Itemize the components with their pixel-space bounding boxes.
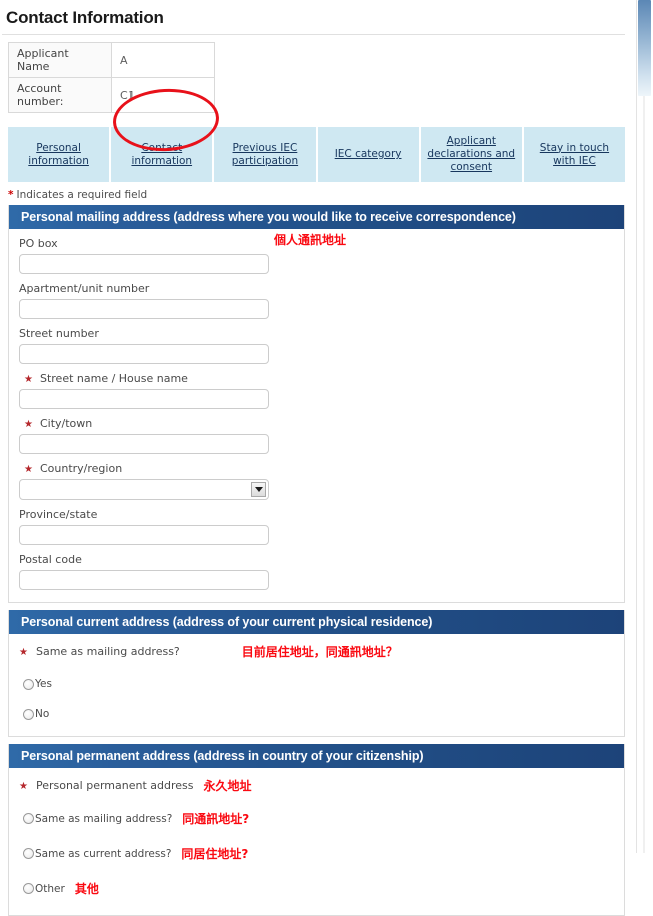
scrollbar-track[interactable] xyxy=(643,96,645,853)
tab-iec-category[interactable]: IEC category xyxy=(317,127,421,182)
radio-label: Same as current address? xyxy=(35,847,172,860)
po-box-input[interactable] xyxy=(19,254,269,274)
permanent-address-question: ★ Personal permanent address xyxy=(19,779,194,792)
section-heading: Personal permanent address (address in c… xyxy=(9,744,624,768)
section-personal-mailing-address: Personal mailing address (address where … xyxy=(8,205,625,603)
field-label: Apartment/unit number xyxy=(19,282,150,295)
apartment-unit-number-input[interactable] xyxy=(19,299,269,319)
permanent-address-question-row: ★ Personal permanent address 永久地址 xyxy=(19,777,614,794)
applicant-name-label: Applicant Name xyxy=(8,42,112,78)
question-text: Same as mailing address? xyxy=(35,645,180,658)
tab-label[interactable]: Applicant declarations and consent xyxy=(425,135,518,174)
radio-button-icon[interactable] xyxy=(23,813,34,824)
tab-label[interactable]: Contact information xyxy=(115,142,208,168)
street-number-input[interactable] xyxy=(19,344,269,364)
required-note-text: Indicates a required field xyxy=(16,189,148,201)
table-row: Account number: C1 xyxy=(8,77,215,113)
vertical-scrollbar[interactable] xyxy=(636,0,653,853)
section-personal-current-address: Personal current address (address of you… xyxy=(8,610,625,737)
field-label: Province/state xyxy=(19,508,98,521)
required-star-icon: * xyxy=(8,189,14,201)
annotation-mailing-address: 個人通訊地址 xyxy=(274,233,347,247)
tab-personal-information[interactable]: Personal information xyxy=(8,127,112,182)
field-apartment-unit-number: Apartment/unit number xyxy=(19,282,614,319)
radio-current-same-as-mailing-no[interactable]: No xyxy=(23,708,614,720)
applicant-name-value: A xyxy=(111,42,215,78)
radio-permanent-other[interactable]: Other 其他 xyxy=(23,880,614,897)
radio-label: Other xyxy=(35,882,65,895)
field-label: Postal code xyxy=(19,553,82,566)
radio-label: Yes xyxy=(35,678,52,690)
country-region-selected-value xyxy=(20,480,268,499)
street-name-input[interactable] xyxy=(19,389,269,409)
required-field-note: * Indicates a required field xyxy=(8,189,633,201)
applicant-info-table: Applicant Name A Account number: C1 xyxy=(8,42,215,113)
field-label-text: City/town xyxy=(39,417,93,430)
application-form-page: Contact Information Applicant Name A Acc… xyxy=(0,0,653,916)
field-province-state: Province/state xyxy=(19,508,614,545)
section-body: ★ Same as mailing address? 目前居住地址，同通訊地址？ … xyxy=(9,634,624,736)
question-text: Personal permanent address xyxy=(35,779,194,792)
scrollbar-thumb[interactable] xyxy=(638,0,651,96)
city-town-input[interactable] xyxy=(19,434,269,454)
section-heading: Personal current address (address of you… xyxy=(9,610,624,634)
title-divider xyxy=(2,34,625,35)
annotation-permanent-address: 永久地址 xyxy=(203,779,252,793)
radio-current-same-as-mailing-yes[interactable]: Yes xyxy=(23,678,614,690)
tab-contact-information[interactable]: Contact information xyxy=(111,127,215,182)
tab-label[interactable]: Personal information xyxy=(12,142,105,168)
section-body: ★ Personal permanent address 永久地址 Same as… xyxy=(9,768,624,915)
annotation-same-as-current: 同居住地址? xyxy=(181,847,249,861)
annotation-same-as-mailing: 同通訊地址? xyxy=(182,812,250,826)
tab-label[interactable]: IEC category xyxy=(335,148,402,161)
tab-stay-in-touch-with-iec[interactable]: Stay in touch with IEC xyxy=(523,127,626,182)
form-step-tabs: Personal information Contact information… xyxy=(8,127,626,182)
field-label: Street number xyxy=(19,327,99,340)
table-row: Applicant Name A xyxy=(8,42,215,78)
field-country-region: ★ Country/region xyxy=(19,462,614,500)
account-number-label: Account number: xyxy=(8,77,112,113)
annotation-other: 其他 xyxy=(74,882,99,896)
field-postal-code: Postal code xyxy=(19,553,614,590)
redacted-account: C1 xyxy=(120,88,136,102)
required-star-icon: ★ xyxy=(24,419,33,430)
field-street-number: Street number xyxy=(19,327,614,364)
field-label-text: Country/region xyxy=(39,462,123,475)
tab-label[interactable]: Previous IEC participation xyxy=(218,142,311,168)
required-star-icon: ★ xyxy=(19,647,28,658)
required-star-icon: ★ xyxy=(19,781,28,792)
radio-permanent-same-as-current[interactable]: Same as current address? 同居住地址? xyxy=(23,845,614,862)
field-city-town: ★ City/town xyxy=(19,417,614,454)
current-address-question: ★ Same as mailing address? xyxy=(19,645,180,658)
radio-permanent-same-as-mailing[interactable]: Same as mailing address? 同通訊地址? xyxy=(23,810,614,827)
current-address-question-row: ★ Same as mailing address? 目前居住地址，同通訊地址？ xyxy=(19,643,614,660)
radio-button-icon[interactable] xyxy=(23,678,34,690)
radio-button-icon[interactable] xyxy=(23,848,34,859)
field-label-text: Street name / House name xyxy=(39,372,188,385)
field-label: ★ Country/region xyxy=(19,462,614,475)
redacted-name: A xyxy=(120,53,129,67)
chevron-down-icon[interactable] xyxy=(251,482,266,497)
annotation-current-address: 目前居住地址，同通訊地址？ xyxy=(241,645,398,659)
radio-button-icon[interactable] xyxy=(23,708,34,720)
radio-label: Same as mailing address? xyxy=(35,812,173,825)
postal-code-input[interactable] xyxy=(19,570,269,590)
section-heading: Personal mailing address (address where … xyxy=(9,205,624,229)
required-star-icon: ★ xyxy=(24,374,33,385)
field-label: ★ City/town xyxy=(19,417,614,430)
tab-label[interactable]: Stay in touch with IEC xyxy=(528,142,621,168)
account-number-value: C1 xyxy=(111,77,215,113)
tab-previous-iec-participation[interactable]: Previous IEC participation xyxy=(214,127,318,182)
radio-button-icon[interactable] xyxy=(23,883,34,894)
field-street-name-house-name: ★ Street name / House name xyxy=(19,372,614,409)
country-region-select[interactable] xyxy=(19,479,269,500)
field-label: ★ Street name / House name xyxy=(19,372,614,385)
radio-label: No xyxy=(35,708,50,720)
required-star-icon: ★ xyxy=(24,464,33,475)
province-state-input[interactable] xyxy=(19,525,269,545)
section-body: 個人通訊地址 PO box Apartment/unit number Stre… xyxy=(9,229,624,602)
page-title: Contact Information xyxy=(6,8,164,27)
section-personal-permanent-address: Personal permanent address (address in c… xyxy=(8,744,625,916)
tab-applicant-declarations-and-consent[interactable]: Applicant declarations and consent xyxy=(420,127,524,182)
